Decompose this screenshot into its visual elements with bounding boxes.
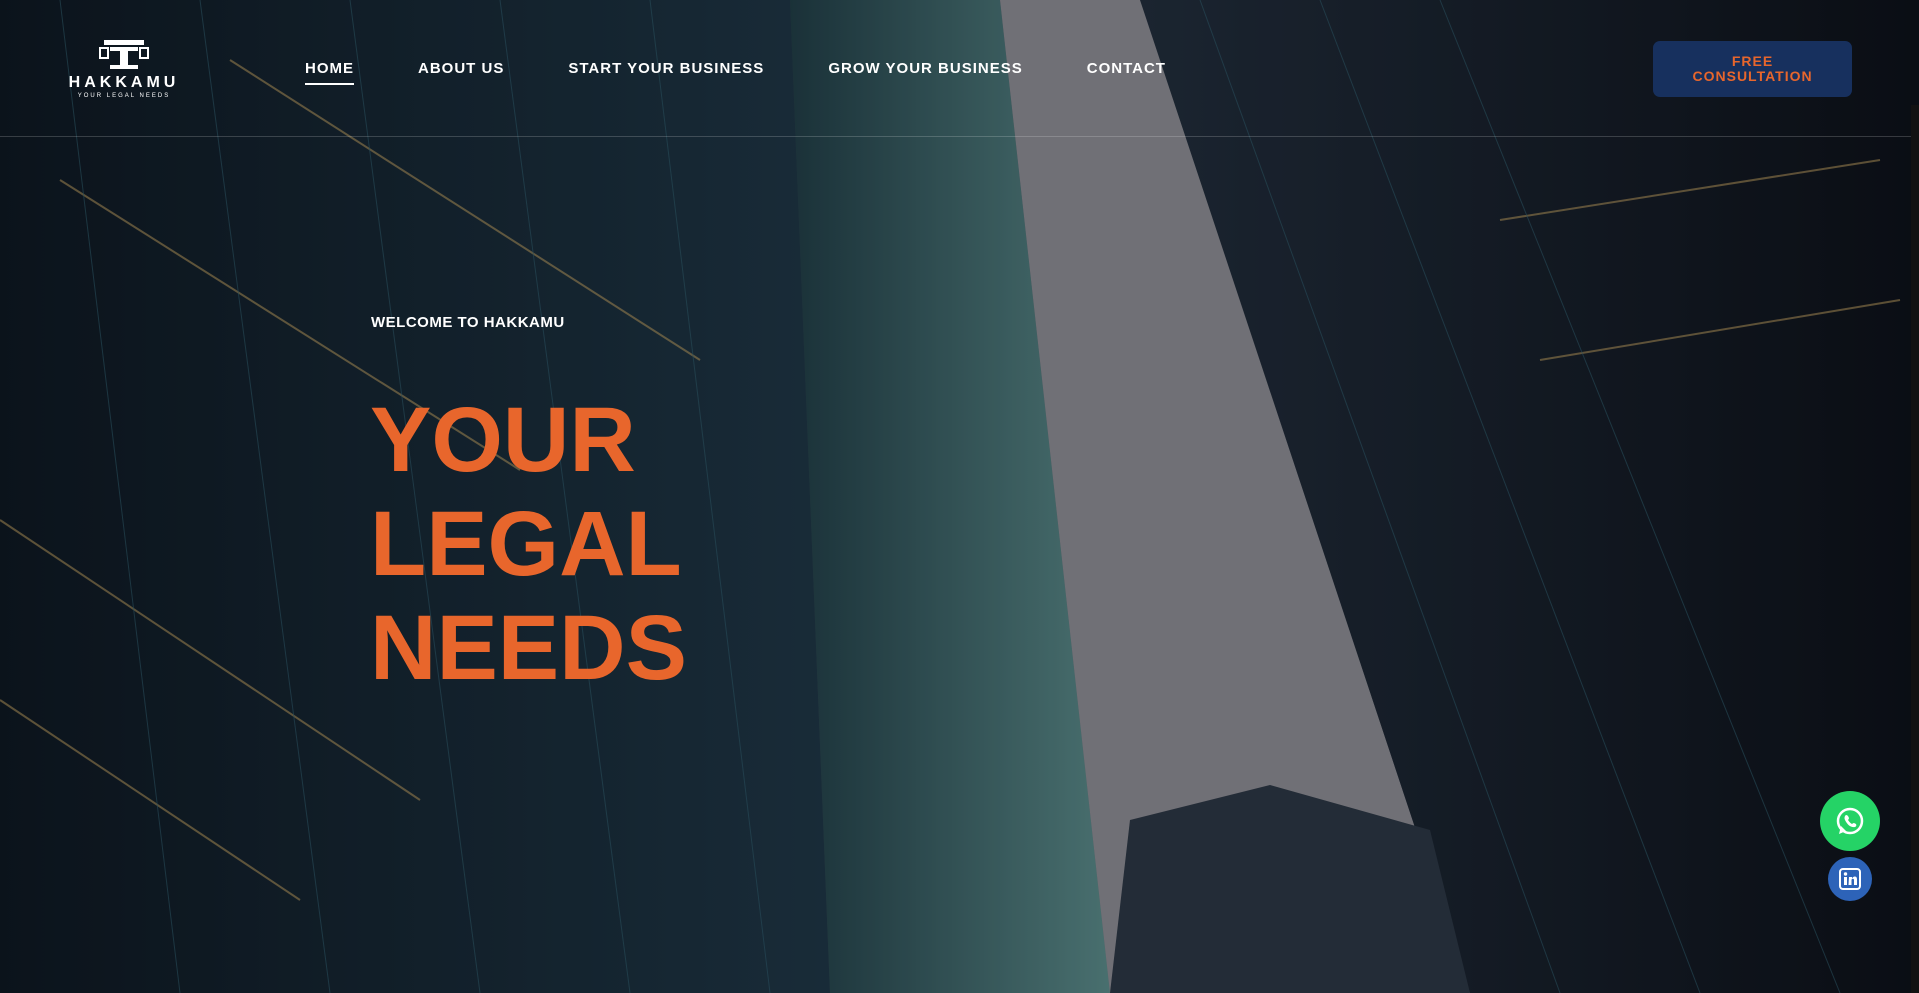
scales-logo-icon: [99, 40, 149, 69]
hero-kicker: WELCOME TO HAKKAMU: [371, 314, 565, 331]
brand-logo[interactable]: HAKKAMU YOUR LEGAL NEEDS: [64, 38, 184, 102]
headline-line-1: YOUR: [370, 389, 636, 491]
hero-headline: YOUR LEGAL NEEDS: [370, 388, 687, 700]
page-scrollbar[interactable]: [1911, 105, 1919, 993]
nav-home[interactable]: HOME: [305, 60, 354, 85]
linkedin-button[interactable]: [1828, 857, 1872, 901]
nav-grow-your-business[interactable]: GROW YOUR BUSINESS: [828, 60, 1022, 85]
free-consultation-button[interactable]: FREE CONSULTATION: [1653, 41, 1852, 97]
brand-tagline: YOUR LEGAL NEEDS: [77, 93, 171, 99]
whatsapp-icon: [1836, 807, 1864, 835]
free-consultation-label: FREE CONSULTATION: [1692, 53, 1813, 84]
brand-name: HAKKAMU: [68, 74, 180, 91]
linkedin-icon: [1839, 868, 1861, 890]
headline-line-2: LEGAL: [370, 493, 682, 595]
site-header: HAKKAMU YOUR LEGAL NEEDS HOME ABOUT US S…: [0, 0, 1919, 137]
hero-background: [0, 0, 1919, 993]
whatsapp-button[interactable]: [1820, 791, 1880, 851]
nav-about-us[interactable]: ABOUT US: [418, 60, 504, 85]
main-nav: HOME ABOUT US START YOUR BUSINESS GROW Y…: [305, 60, 1166, 85]
headline-line-3: NEEDS: [370, 597, 687, 699]
nav-contact[interactable]: CONTACT: [1087, 60, 1166, 85]
nav-start-your-business[interactable]: START YOUR BUSINESS: [568, 60, 764, 85]
